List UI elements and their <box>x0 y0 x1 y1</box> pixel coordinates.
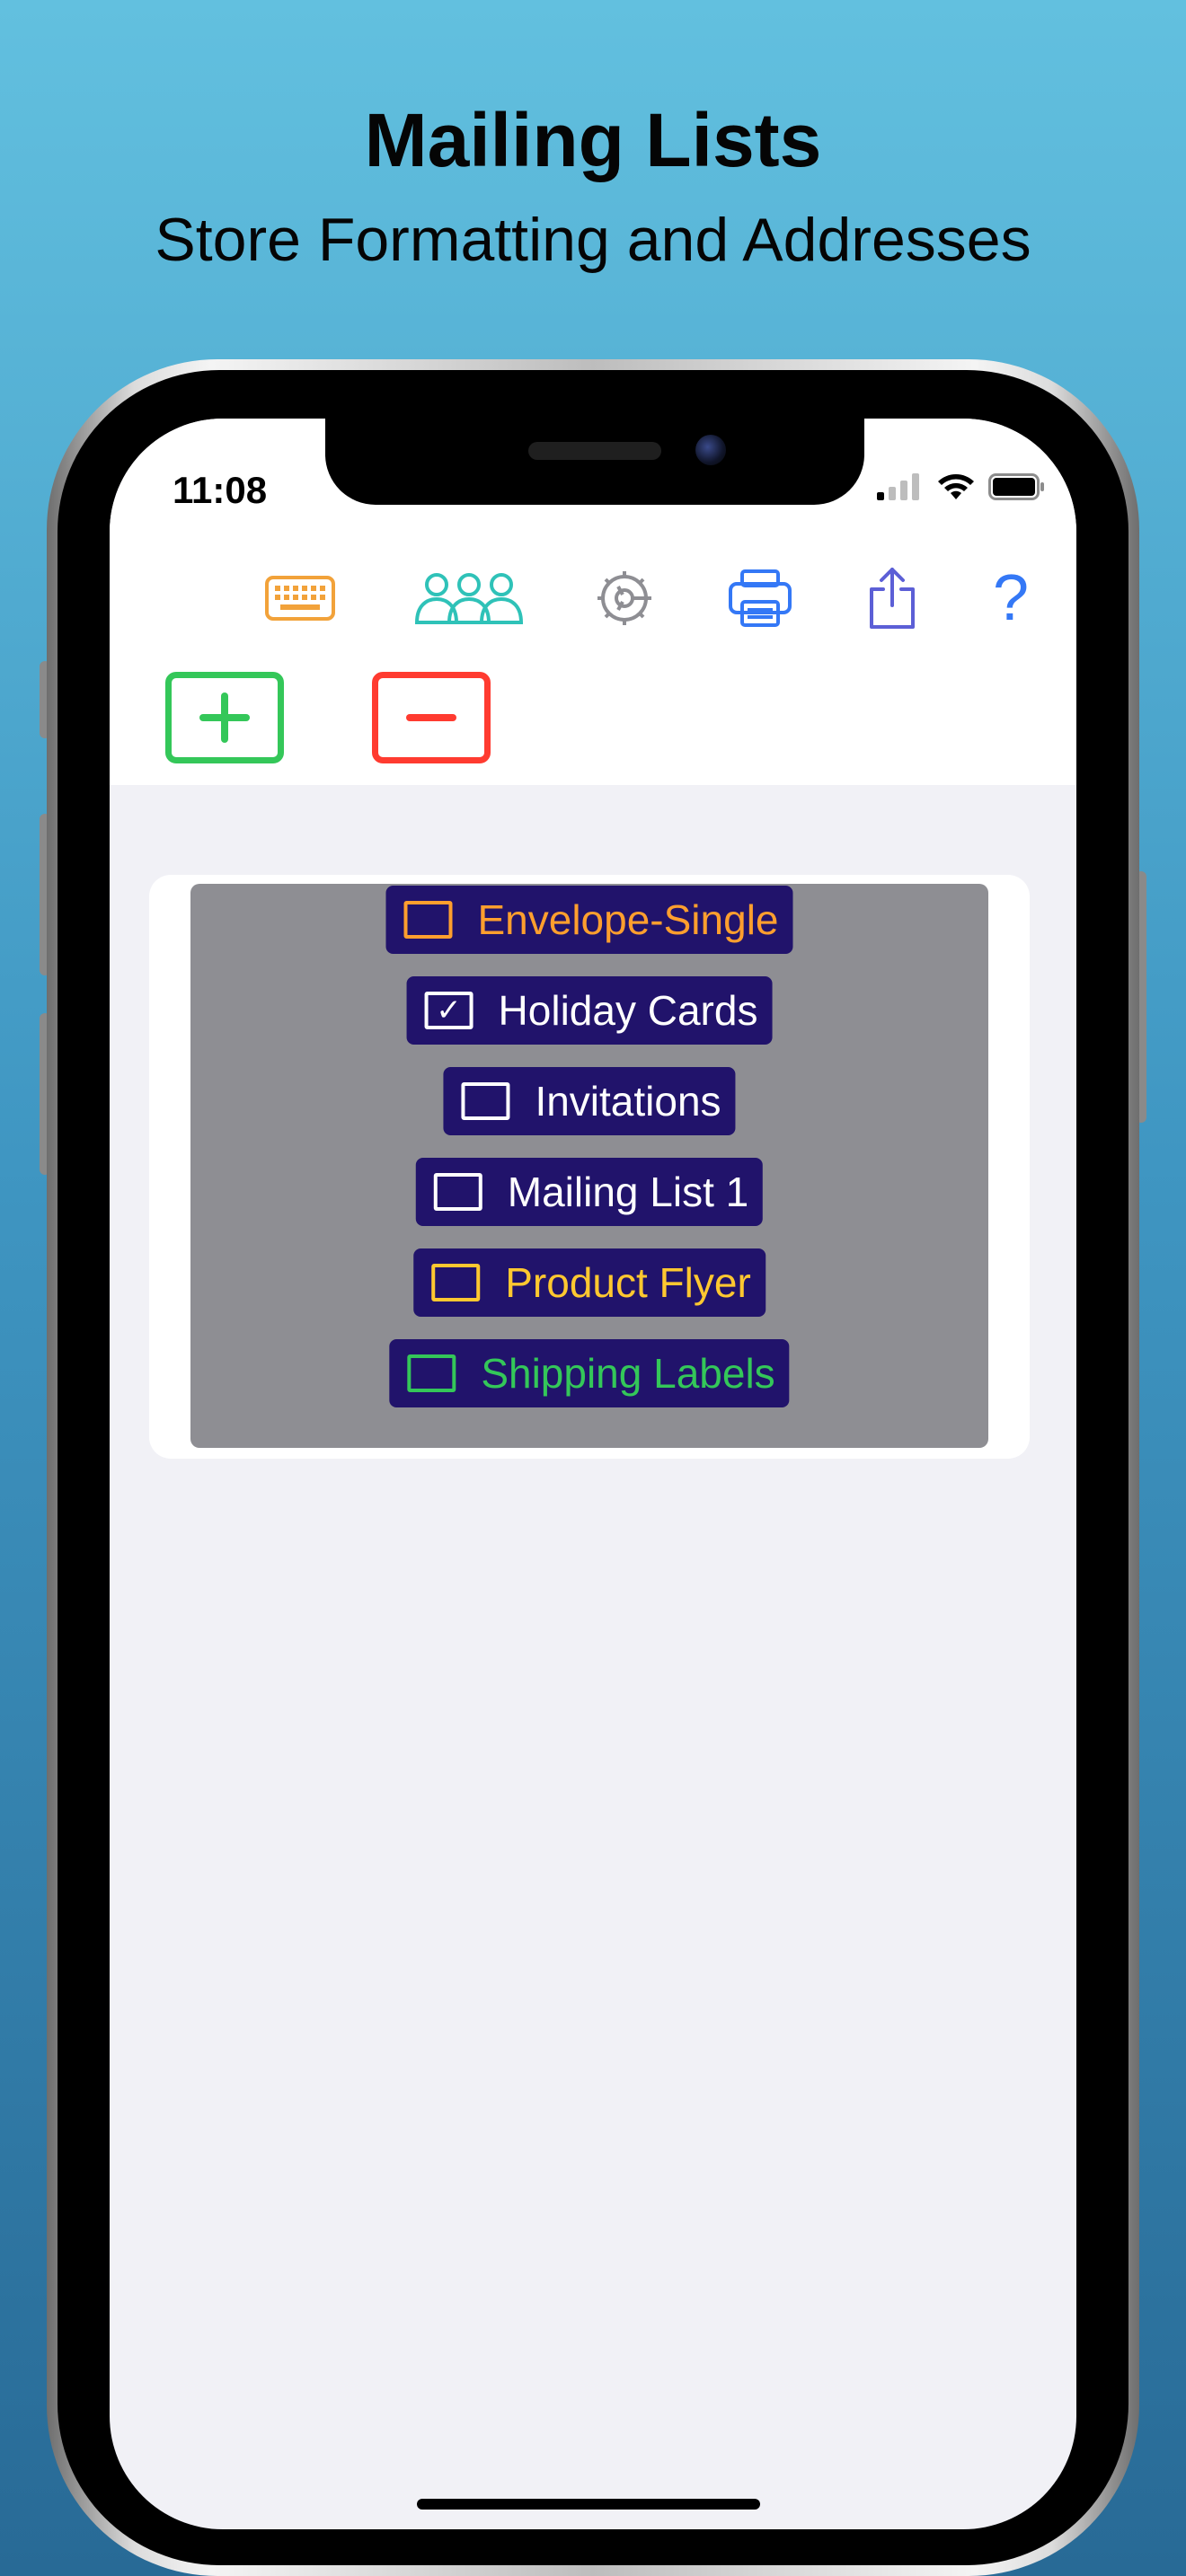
checkbox-checked[interactable]: ✓ <box>424 992 474 1029</box>
people-button[interactable] <box>413 562 525 634</box>
list-item-mailing-list-1[interactable]: Mailing List 1 <box>415 1158 764 1226</box>
wifi-icon <box>938 474 974 499</box>
list-item-product-flyer[interactable]: Product Flyer <box>413 1248 766 1317</box>
list-item-label: Envelope-Single <box>477 896 779 943</box>
status-time: 11:08 <box>173 469 268 511</box>
list-item-invitations[interactable]: Invitations <box>443 1067 736 1135</box>
battery-icon <box>988 473 1044 500</box>
keyboard-button[interactable] <box>264 562 336 634</box>
cellular-signal-icon <box>877 473 919 500</box>
checkbox[interactable] <box>431 1264 481 1301</box>
status-icons <box>877 472 1046 501</box>
print-button[interactable] <box>728 562 792 634</box>
home-indicator[interactable] <box>417 2499 760 2510</box>
list-item-shipping-labels[interactable]: Shipping Labels <box>389 1339 790 1407</box>
mailing-lists-card: Envelope-Single ✓ Holiday Cards Invitati… <box>149 875 1030 1459</box>
keyboard-icon <box>265 576 335 621</box>
list-item-holiday-cards[interactable]: ✓ Holiday Cards <box>406 976 773 1045</box>
share-button[interactable] <box>866 562 918 634</box>
gear-icon <box>597 571 651 625</box>
notch <box>325 419 864 505</box>
people-icon <box>414 573 524 624</box>
checkbox[interactable] <box>433 1173 482 1211</box>
phone-frame: 11:08 ? Envelope-Single ✓ Holiday Cards … <box>47 359 1139 2576</box>
check-mark-icon: ✓ <box>436 993 462 1028</box>
list-item-label: Shipping Labels <box>481 1350 775 1397</box>
promo-subtitle: Store Formatting and Addresses <box>155 206 1031 274</box>
speaker-grille <box>528 442 661 460</box>
app-screen: 11:08 ? Envelope-Single ✓ Holiday Cards … <box>110 419 1076 2529</box>
phone-bezel: 11:08 ? Envelope-Single ✓ Holiday Cards … <box>58 370 1128 2565</box>
share-icon <box>870 568 915 629</box>
checkbox[interactable] <box>407 1354 456 1392</box>
help-icon: ? <box>992 562 1030 634</box>
minus-icon <box>406 714 456 721</box>
plus-icon <box>199 693 250 743</box>
printer-icon <box>729 569 792 627</box>
help-button[interactable]: ? <box>988 562 1033 634</box>
add-list-button[interactable] <box>165 672 284 763</box>
checkbox[interactable] <box>461 1082 510 1120</box>
list-item-envelope-single[interactable]: Envelope-Single <box>385 886 793 954</box>
list-item-label: Product Flyer <box>505 1259 751 1306</box>
promo-title: Mailing Lists <box>364 98 822 182</box>
list-item-label: Holiday Cards <box>498 987 758 1034</box>
settings-button[interactable] <box>593 562 656 634</box>
list-item-label: Invitations <box>535 1078 721 1125</box>
remove-list-button[interactable] <box>372 672 491 763</box>
app-header: 11:08 ? <box>110 419 1076 785</box>
list-item-label: Mailing List 1 <box>507 1169 749 1215</box>
mailing-lists-panel: Envelope-Single ✓ Holiday Cards Invitati… <box>190 884 988 1448</box>
front-camera <box>695 435 726 465</box>
checkbox[interactable] <box>403 901 453 939</box>
